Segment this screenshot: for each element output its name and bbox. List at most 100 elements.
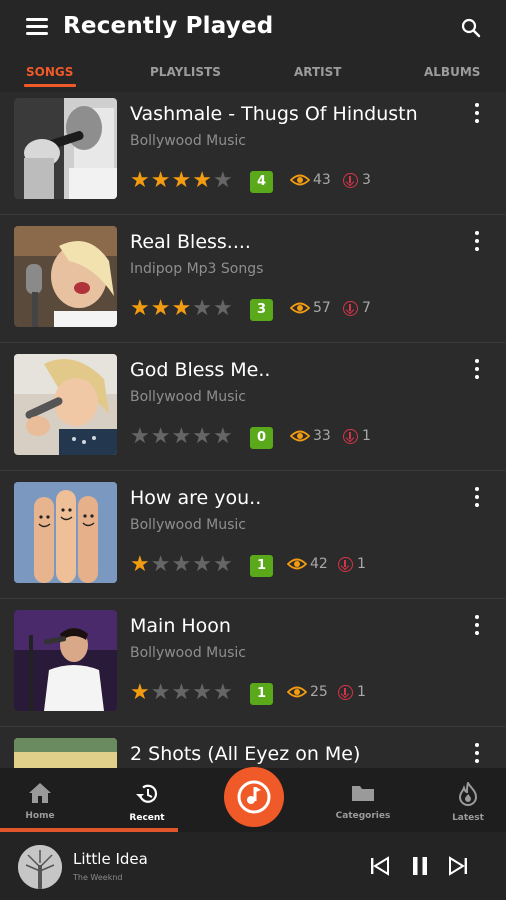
song-title: Vashmale - Thugs Of Hindustn bbox=[130, 103, 418, 125]
star-icon: ★ bbox=[150, 552, 172, 577]
song-title: God Bless Me.. bbox=[130, 359, 271, 381]
star-icon: ★ bbox=[130, 168, 151, 193]
nav-recent[interactable]: Recent bbox=[107, 782, 187, 823]
download-icon bbox=[338, 684, 353, 700]
rating-badge: 3 bbox=[250, 299, 273, 321]
eye-icon bbox=[287, 558, 307, 570]
download-icon bbox=[338, 556, 353, 572]
download-count: 3 bbox=[343, 172, 371, 188]
song-list[interactable]: Vashmale - Thugs Of Hindustn Bollywood M… bbox=[0, 87, 506, 768]
star-icon: ★ bbox=[192, 680, 213, 705]
nav-latest[interactable]: Latest bbox=[428, 780, 506, 823]
star-icon: ★ bbox=[150, 424, 172, 449]
star-icon: ★ bbox=[212, 296, 234, 321]
star-icon: ★ bbox=[150, 168, 172, 193]
mini-player[interactable]: Little Idea The Weeknd bbox=[0, 832, 506, 900]
app-header: Recently Played SONGS PLAYLISTS ARTIST A… bbox=[0, 0, 506, 92]
download-icon bbox=[343, 428, 358, 444]
view-count: 57 bbox=[290, 300, 331, 316]
folder-icon bbox=[352, 786, 374, 801]
star-icon: ★ bbox=[150, 296, 172, 321]
eye-icon bbox=[290, 302, 310, 314]
song-row[interactable]: Real Bless.... Indipop Mp3 Songs ★★★★★ 3… bbox=[0, 215, 506, 343]
star-icon: ★ bbox=[212, 168, 234, 193]
star-icon: ★ bbox=[192, 424, 213, 449]
download-count: 1 bbox=[343, 428, 371, 444]
track-artist: The Weeknd bbox=[73, 873, 123, 882]
pause-icon[interactable] bbox=[408, 854, 432, 878]
now-playing-button[interactable] bbox=[224, 767, 284, 827]
search-icon[interactable] bbox=[460, 17, 482, 39]
song-thumbnail bbox=[14, 482, 117, 583]
star-rating: ★★★★★ bbox=[130, 682, 234, 704]
star-icon: ★ bbox=[212, 424, 234, 449]
star-icon: ★ bbox=[192, 296, 213, 321]
song-category: Bollywood Music bbox=[130, 133, 246, 149]
star-icon: ★ bbox=[130, 680, 151, 705]
song-category: Bollywood Music bbox=[130, 517, 246, 533]
eye-icon bbox=[287, 686, 307, 698]
star-rating: ★★★★★ bbox=[130, 426, 234, 448]
tab-playlists[interactable]: PLAYLISTS bbox=[150, 65, 221, 79]
song-row[interactable]: How are you.. Bollywood Music ★★★★★ 1 42… bbox=[0, 471, 506, 599]
song-title: Main Hoon bbox=[130, 615, 231, 637]
album-art bbox=[18, 845, 62, 889]
view-count: 25 bbox=[287, 684, 328, 700]
view-count: 33 bbox=[290, 428, 331, 444]
song-category: Bollywood Music bbox=[130, 645, 246, 661]
menu-icon[interactable] bbox=[26, 18, 48, 38]
eye-icon bbox=[290, 430, 310, 442]
more-options-icon[interactable] bbox=[470, 487, 484, 511]
song-thumbnail bbox=[14, 738, 117, 768]
download-count: 7 bbox=[343, 300, 371, 316]
more-options-icon[interactable] bbox=[470, 359, 484, 383]
download-icon bbox=[343, 300, 358, 316]
view-count: 42 bbox=[287, 556, 328, 572]
rating-badge: 1 bbox=[250, 683, 273, 705]
song-row[interactable]: Main Hoon Bollywood Music ★★★★★ 1 25 1 bbox=[0, 599, 506, 727]
view-count: 43 bbox=[290, 172, 331, 188]
song-thumbnail bbox=[14, 226, 117, 327]
star-icon: ★ bbox=[171, 424, 193, 449]
star-icon: ★ bbox=[171, 296, 193, 321]
tab-albums[interactable]: ALBUMS bbox=[424, 65, 480, 79]
star-icon: ★ bbox=[192, 552, 213, 577]
song-title: How are you.. bbox=[130, 487, 262, 509]
history-icon bbox=[136, 784, 158, 803]
song-category: Indipop Mp3 Songs bbox=[130, 261, 264, 277]
song-title: Real Bless.... bbox=[130, 231, 251, 253]
song-row[interactable]: God Bless Me.. Bollywood Music ★★★★★ 0 3… bbox=[0, 343, 506, 471]
more-options-icon[interactable] bbox=[470, 231, 484, 255]
fire-icon bbox=[458, 780, 478, 806]
rating-badge: 4 bbox=[250, 171, 273, 193]
nav-home[interactable]: Home bbox=[0, 782, 80, 821]
star-icon: ★ bbox=[171, 680, 193, 705]
home-icon bbox=[29, 783, 51, 803]
rating-badge: 1 bbox=[250, 555, 273, 577]
star-icon: ★ bbox=[130, 296, 151, 321]
star-icon: ★ bbox=[171, 552, 193, 577]
tab-artist[interactable]: ARTIST bbox=[294, 65, 341, 79]
tab-songs[interactable]: SONGS bbox=[26, 65, 73, 79]
song-thumbnail bbox=[14, 610, 117, 711]
rating-badge: 0 bbox=[250, 427, 273, 449]
more-options-icon[interactable] bbox=[470, 615, 484, 639]
song-title: 2 Shots (All Eyez on Me) bbox=[130, 743, 361, 765]
nav-categories[interactable]: Categories bbox=[323, 782, 403, 821]
song-thumbnail bbox=[14, 354, 117, 455]
song-row[interactable]: 2 Shots (All Eyez on Me) bbox=[0, 727, 506, 768]
star-icon: ★ bbox=[150, 680, 172, 705]
star-icon: ★ bbox=[130, 424, 151, 449]
eye-icon bbox=[290, 174, 310, 186]
song-row[interactable]: Vashmale - Thugs Of Hindustn Bollywood M… bbox=[0, 87, 506, 215]
next-icon[interactable] bbox=[446, 854, 470, 878]
star-icon: ★ bbox=[212, 552, 234, 577]
download-count: 1 bbox=[338, 556, 366, 572]
more-options-icon[interactable] bbox=[470, 103, 484, 127]
star-rating: ★★★★★ bbox=[130, 170, 234, 192]
more-options-icon[interactable] bbox=[470, 743, 484, 767]
previous-icon[interactable] bbox=[368, 854, 392, 878]
track-title: Little Idea bbox=[73, 850, 148, 868]
song-thumbnail bbox=[14, 98, 117, 199]
star-icon: ★ bbox=[171, 168, 193, 193]
